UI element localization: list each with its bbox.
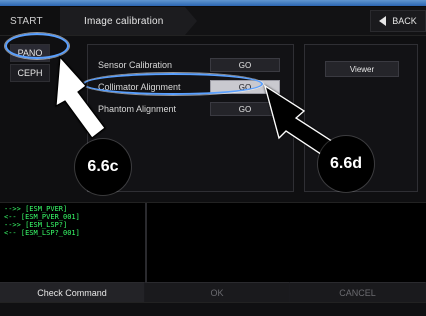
cancel-label: CANCEL — [339, 287, 376, 298]
go-button[interactable]: GO — [210, 102, 280, 116]
mode-tab-ceph[interactable]: CEPH — [10, 64, 50, 82]
breadcrumb-image-calibration: Image calibration — [60, 7, 185, 35]
viewer-button[interactable]: Viewer — [325, 61, 399, 77]
status-strip — [0, 302, 426, 316]
calibration-row: Phantom Alignment GO — [98, 101, 284, 117]
check-command-label: Check Command — [37, 287, 107, 298]
go-button[interactable]: GO — [210, 80, 280, 94]
command-log: -->> [ESM_PVER] <-- [ESM_PVER_001] -->> … — [0, 202, 145, 282]
go-button-label: GO — [238, 60, 252, 70]
check-command-button[interactable]: Check Command — [0, 282, 145, 302]
breadcrumb-bar: START Image calibration BACK — [0, 7, 426, 36]
go-button-label: GO — [238, 104, 252, 114]
preview-divider — [145, 203, 147, 283]
bottom-action-bar: Check Command OK CANCEL — [0, 282, 426, 302]
back-button-label: BACK — [392, 16, 417, 26]
breadcrumb-current-label: Image calibration — [84, 15, 164, 27]
breadcrumb-start-label: START — [10, 15, 43, 27]
callout-6-6c: 6.6c — [75, 139, 131, 195]
callout-6-6c-label: 6.6c — [87, 158, 119, 175]
calibration-row: Sensor Calibration GO — [98, 57, 284, 73]
mode-tab-ceph-label: CEPH — [17, 68, 43, 78]
calibration-row-label: Collimator Alignment — [98, 82, 181, 92]
mode-column: PANO CEPH — [0, 36, 73, 202]
callout-6-6d-label: 6.6d — [329, 155, 362, 172]
log-line: <-- [ESM_PVER_001] — [4, 213, 80, 221]
go-button[interactable]: GO — [210, 58, 280, 72]
back-icon — [379, 16, 387, 26]
breadcrumb-separator — [185, 7, 197, 35]
calibration-row-label: Phantom Alignment — [98, 104, 177, 114]
viewer-button-label: Viewer — [349, 64, 375, 74]
preview-area — [145, 202, 426, 283]
calibration-row: Collimator Alignment GO — [98, 79, 284, 95]
cancel-button[interactable]: CANCEL — [290, 282, 426, 302]
ok-label: OK — [210, 287, 224, 298]
callout-6-6d: 6.6d — [318, 136, 374, 192]
log-line: -->> [ESM_PVER] — [4, 205, 68, 213]
window-top-stripe — [0, 0, 426, 6]
log-line: -->> [ESM_LSP?] — [4, 221, 68, 229]
calibration-row-label: Sensor Calibration — [98, 60, 173, 70]
image-calibration-screen: START Image calibration BACK PANO CEPH S… — [0, 0, 426, 316]
ok-button[interactable]: OK — [145, 282, 290, 302]
back-button[interactable]: BACK — [370, 10, 426, 32]
mode-tab-pano[interactable]: PANO — [10, 44, 50, 62]
log-line: <-- [ESM_LSP?_001] — [4, 229, 80, 237]
go-button-label: GO — [238, 82, 252, 92]
mode-tab-pano-label: PANO — [17, 48, 43, 58]
